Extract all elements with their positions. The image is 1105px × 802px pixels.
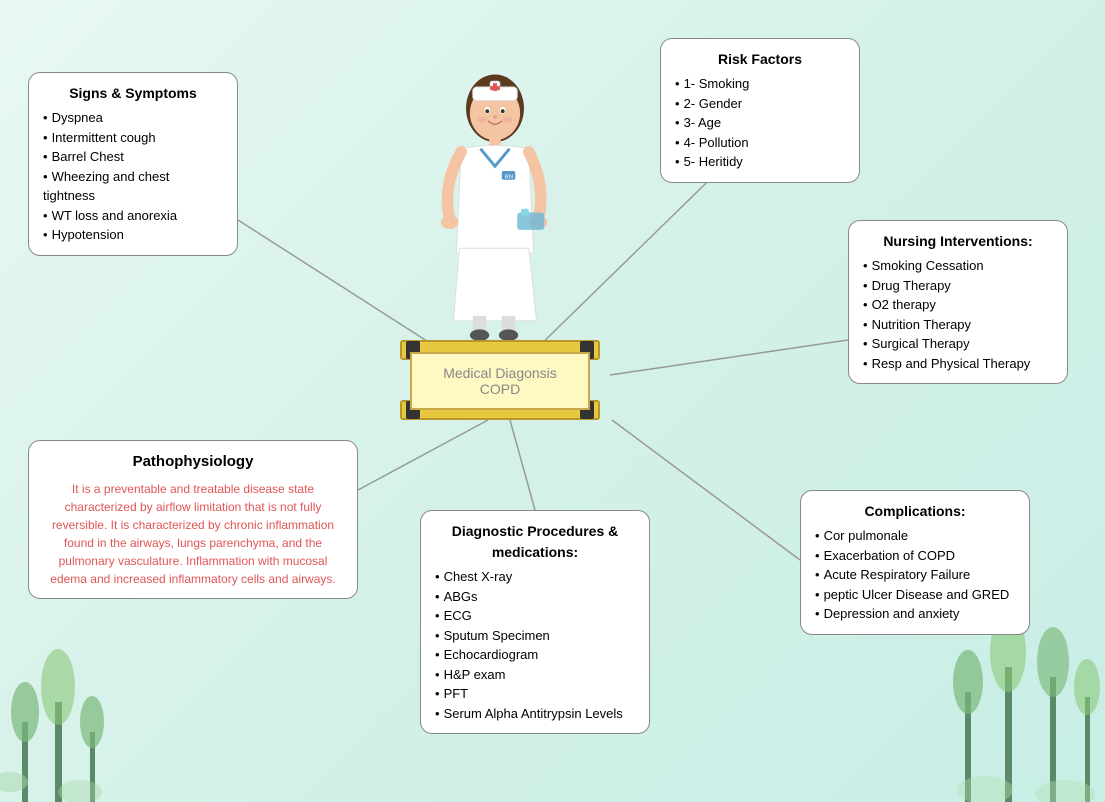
list-item: 1- Smoking	[675, 74, 845, 94]
signs-symptoms-title: Signs & Symptoms	[43, 83, 223, 104]
list-item: Chest X-ray	[435, 567, 635, 587]
list-item: O2 therapy	[863, 295, 1053, 315]
list-item: Smoking Cessation	[863, 256, 1053, 276]
svg-text:RN: RN	[505, 175, 513, 181]
list-item: Depression and anxiety	[815, 604, 1015, 624]
list-item: peptic Ulcer Disease and GRED	[815, 585, 1015, 605]
list-item: Hypotension	[43, 225, 223, 245]
list-item: Acute Respiratory Failure	[815, 565, 1015, 585]
list-item: WT loss and anorexia	[43, 206, 223, 226]
nursing-interventions-list: Smoking Cessation Drug Therapy O2 therap…	[863, 256, 1053, 373]
center-title: Medical Diagonsis	[443, 365, 557, 381]
risk-factors-list: 1- Smoking 2- Gender 3- Age 4- Pollution…	[675, 74, 845, 172]
diagnostic-title: Diagnostic Procedures & medications:	[435, 521, 635, 563]
nursing-interventions-title: Nursing Interventions:	[863, 231, 1053, 252]
complications-list: Cor pulmonale Exacerbation of COPD Acute…	[815, 526, 1015, 624]
list-item: 2- Gender	[675, 94, 845, 114]
list-item: Intermittent cough	[43, 128, 223, 148]
list-item: 3- Age	[675, 113, 845, 133]
center-scroll: Medical Diagonsis COPD	[390, 340, 610, 420]
list-item: Barrel Chest	[43, 147, 223, 167]
list-item: Resp and Physical Therapy	[863, 354, 1053, 374]
list-item: Drug Therapy	[863, 276, 1053, 296]
list-item: Nutrition Therapy	[863, 315, 1053, 335]
signs-symptoms-box: Signs & Symptoms Dyspnea Intermittent co…	[28, 72, 238, 256]
signs-symptoms-list: Dyspnea Intermittent cough Barrel Chest …	[43, 108, 223, 245]
list-item: Wheezing and chest tightness	[43, 167, 223, 206]
pathophysiology-text: It is a preventable and treatable diseas…	[43, 480, 343, 588]
list-item: PFT	[435, 684, 635, 704]
pathophysiology-title: Pathophysiology	[43, 451, 343, 474]
list-item: Serum Alpha Antitrypsin Levels	[435, 704, 635, 724]
risk-factors-title: Risk Factors	[675, 49, 845, 70]
nursing-interventions-box: Nursing Interventions: Smoking Cessation…	[848, 220, 1068, 384]
list-item: ABGs	[435, 587, 635, 607]
list-item: Sputum Specimen	[435, 626, 635, 646]
list-item: Cor pulmonale	[815, 526, 1015, 546]
list-item: Dyspnea	[43, 108, 223, 128]
diagnostic-list: Chest X-ray ABGs ECG Sputum Specimen Ech…	[435, 567, 635, 723]
list-item: Echocardiogram	[435, 645, 635, 665]
center-subtitle: COPD	[480, 381, 520, 397]
complications-title: Complications:	[815, 501, 1015, 522]
risk-factors-box: Risk Factors 1- Smoking 2- Gender 3- Age…	[660, 38, 860, 183]
list-item: 5- Heritidy	[675, 152, 845, 172]
list-item: ECG	[435, 606, 635, 626]
complications-box: Complications: Cor pulmonale Exacerbatio…	[800, 490, 1030, 635]
list-item: Exacerbation of COPD	[815, 546, 1015, 566]
list-item: 4- Pollution	[675, 133, 845, 153]
list-item: H&P exam	[435, 665, 635, 685]
list-item: Surgical Therapy	[863, 334, 1053, 354]
diagnostic-procedures-box: Diagnostic Procedures & medications: Che…	[420, 510, 650, 734]
pathophysiology-box: Pathophysiology It is a preventable and …	[28, 440, 358, 599]
